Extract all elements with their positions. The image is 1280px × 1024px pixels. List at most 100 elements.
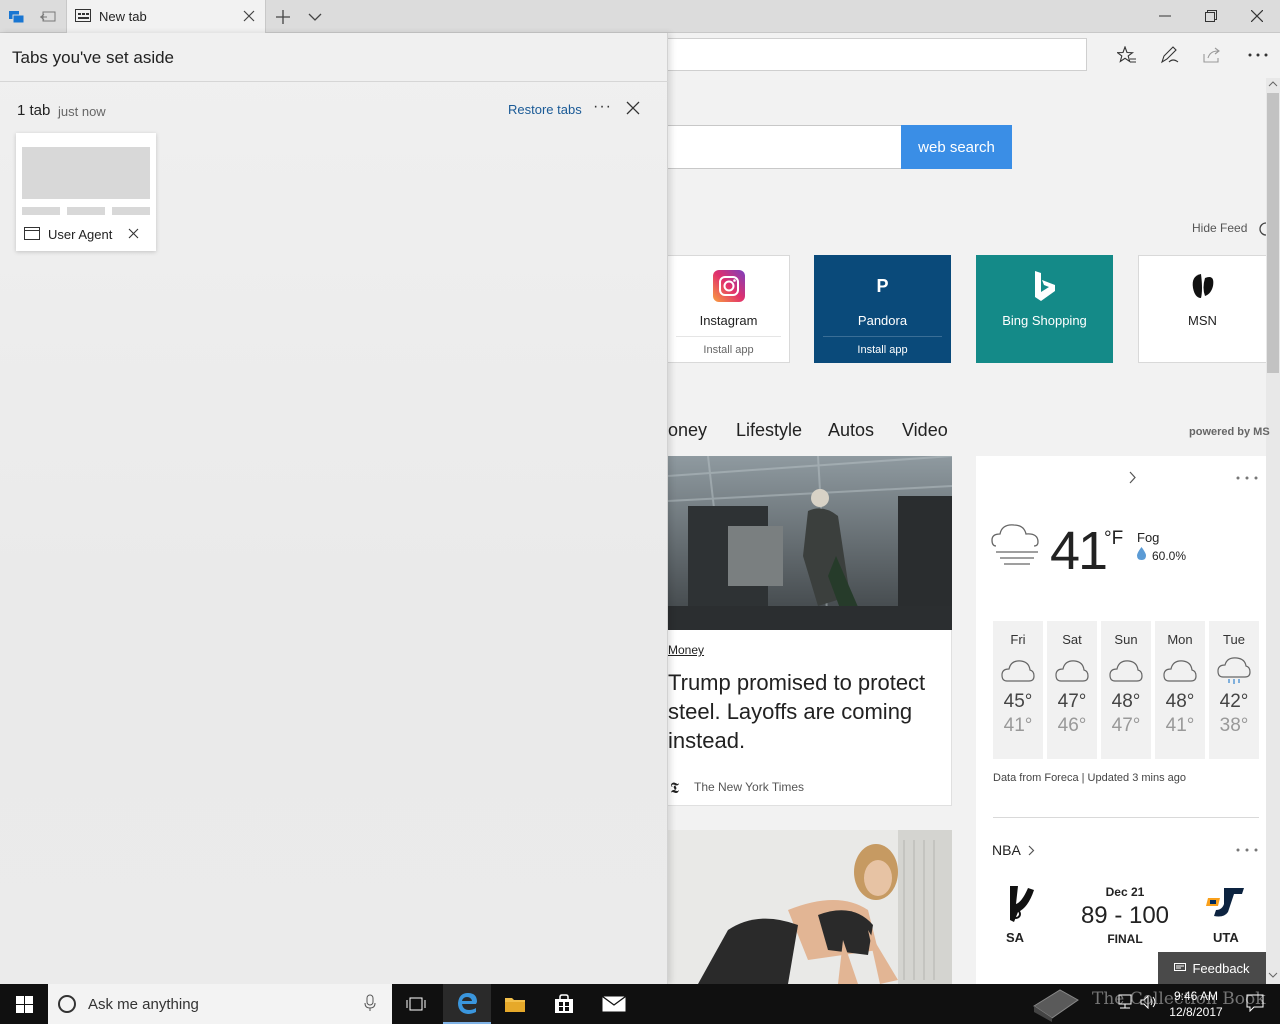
close-icon[interactable]: [128, 228, 139, 239]
cloudy-icon: [1055, 657, 1089, 685]
windows-logo-icon: [15, 995, 33, 1013]
restore-tabs-link[interactable]: Restore tabs: [508, 102, 582, 117]
close-window-button[interactable]: [1234, 0, 1280, 32]
tab-card-title: User Agent: [48, 227, 113, 242]
book-watermark-icon: [1030, 986, 1082, 1022]
category-lifestyle[interactable]: Lifestyle: [736, 420, 802, 441]
hide-feed-link[interactable]: Hide Feed: [1192, 221, 1247, 235]
cloudy-icon: [1109, 657, 1143, 685]
tile-bing-shopping[interactable]: Bing Shopping: [976, 255, 1113, 363]
chevron-right-icon[interactable]: [1028, 845, 1035, 856]
close-tab-icon[interactable]: [243, 10, 255, 22]
forecast-low: 38°: [1219, 715, 1249, 736]
forecast-high: 48°: [1111, 691, 1141, 712]
scroll-up-arrow-icon[interactable]: [1267, 79, 1279, 89]
forecast-day-name: Sat: [1062, 632, 1082, 647]
store-button[interactable]: [540, 984, 588, 1024]
action-center-icon[interactable]: [1246, 994, 1264, 1012]
tile-instagram[interactable]: Instagram Install app: [668, 255, 790, 363]
weather-footer[interactable]: Data from Foreca | Updated 3 mins ago: [993, 772, 1186, 784]
tab-set-aside-list-icon[interactable]: [2, 4, 32, 29]
team-home-abbr: SA: [1006, 930, 1025, 945]
thumbnail-bar: [112, 207, 150, 215]
forecast-day-name: Sun: [1114, 632, 1138, 647]
nba-section-title[interactable]: NBA: [992, 842, 1021, 858]
thumbnail-bar: [67, 207, 105, 215]
install-app-link[interactable]: Install app: [823, 336, 942, 356]
forecast-day[interactable]: Sat 47° 46°: [1047, 621, 1097, 759]
news-headline[interactable]: Trump promised to protect steel. Layoffs…: [668, 668, 948, 755]
set-tabs-aside-icon[interactable]: [33, 4, 63, 29]
address-bar[interactable]: [668, 38, 1087, 71]
cortana-search-placeholder[interactable]: Ask me anything: [88, 996, 199, 1013]
forecast-high: 48°: [1165, 691, 1195, 712]
chevron-right-icon[interactable]: [1129, 471, 1137, 484]
forecast-day[interactable]: Fri 45° 41°: [993, 621, 1043, 759]
tile-msn[interactable]: MSN: [1138, 255, 1266, 363]
install-app-link[interactable]: Install app: [676, 336, 781, 356]
tile-label: MSN: [1188, 313, 1217, 328]
news-category-link[interactable]: Money: [668, 643, 704, 657]
share-icon[interactable]: [1198, 40, 1228, 70]
divider: [993, 817, 1259, 818]
feedback-button[interactable]: Feedback: [1158, 952, 1266, 984]
tab-group-more-icon[interactable]: ···: [593, 98, 613, 116]
start-button[interactable]: [0, 984, 48, 1024]
mail-button[interactable]: [590, 984, 638, 1024]
category-autos[interactable]: Autos: [828, 420, 874, 441]
task-view-button[interactable]: [392, 984, 440, 1024]
forecast-day-name: Tue: [1223, 632, 1245, 647]
taskbar-clock[interactable]: 9:46 AM 12/8/2017: [1160, 988, 1232, 1020]
temperature-unit-toggle[interactable]: °F: [1104, 528, 1123, 550]
cortana-circle-icon: [57, 994, 77, 1014]
game-status: FINAL: [1107, 932, 1143, 946]
web-note-pen-icon[interactable]: [1155, 40, 1185, 70]
gear-icon[interactable]: [1256, 220, 1266, 238]
news-image-fitness-woman[interactable]: [668, 830, 952, 984]
tile-label: Pandora: [857, 313, 908, 328]
web-search-input[interactable]: [668, 125, 902, 169]
forecast-low: 41°: [1003, 715, 1033, 736]
thumbnail-bar: [22, 207, 60, 215]
mail-icon: [602, 996, 626, 1012]
category-video[interactable]: Video: [902, 420, 948, 441]
favorites-star-icon[interactable]: [1112, 40, 1142, 70]
forecast-low: 46°: [1057, 715, 1087, 736]
tab-preview-chevron-icon[interactable]: [300, 4, 330, 29]
minimize-button[interactable]: [1142, 0, 1188, 32]
weather-more-icon[interactable]: [1236, 476, 1258, 480]
newtab-page-icon: [75, 9, 91, 23]
new-tab-button[interactable]: [268, 4, 298, 29]
set-aside-tab-card[interactable]: User Agent: [16, 133, 156, 251]
tab-group-time: just now: [58, 104, 106, 119]
forecast-day[interactable]: Mon 48° 41°: [1155, 621, 1205, 759]
edge-taskbar-button[interactable]: [443, 984, 491, 1024]
weather-condition: Fog: [1137, 530, 1160, 545]
task-view-icon: [406, 997, 426, 1011]
powered-by-label: powered by MS: [1189, 426, 1270, 438]
bing-logo-icon: [977, 270, 1112, 302]
nba-more-icon[interactable]: [1236, 848, 1258, 852]
news-image-steel-worker[interactable]: [668, 456, 952, 630]
more-icon[interactable]: [1243, 40, 1273, 70]
tile-label: Instagram: [699, 313, 758, 328]
forecast-day[interactable]: Sun 48° 47°: [1101, 621, 1151, 759]
game-score[interactable]: 89 - 100: [1070, 902, 1180, 930]
scroll-down-arrow-icon[interactable]: [1267, 970, 1279, 980]
microphone-icon[interactable]: [364, 994, 376, 1012]
spurs-logo-icon: [1004, 884, 1040, 924]
clock-time: 9:46 AM: [1173, 989, 1219, 1003]
file-explorer-button[interactable]: [491, 984, 539, 1024]
web-search-button[interactable]: web search: [901, 125, 1012, 169]
forecast-day[interactable]: Tue 42° 38°: [1209, 621, 1259, 759]
restore-button[interactable]: [1188, 0, 1234, 32]
tile-pandora[interactable]: P Pandora Install app: [814, 255, 951, 363]
instagram-icon: [668, 270, 789, 302]
tab-new-tab[interactable]: New tab: [66, 0, 266, 33]
category-money[interactable]: oney: [668, 420, 707, 441]
forecast-low: 47°: [1111, 715, 1141, 736]
scrollbar-thumb[interactable]: [1267, 93, 1279, 373]
forecast-high: 45°: [1003, 691, 1033, 712]
page-icon: [24, 227, 40, 240]
close-group-icon[interactable]: [626, 101, 640, 115]
